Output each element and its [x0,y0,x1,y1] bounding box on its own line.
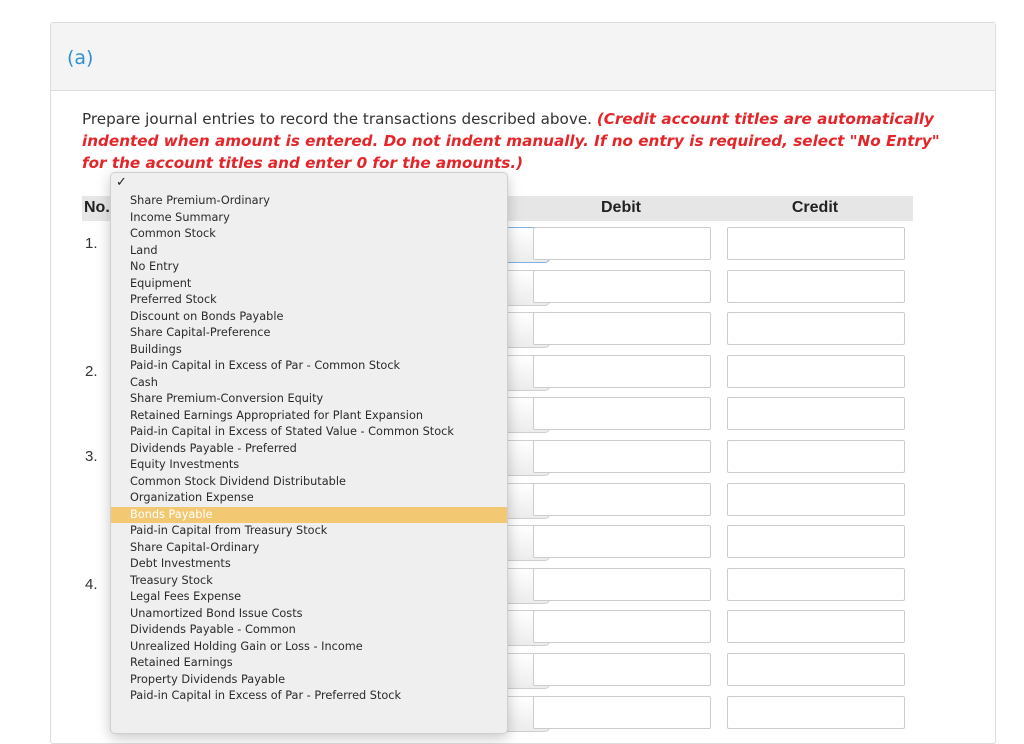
debit-input[interactable] [533,695,711,729]
dropdown-option[interactable]: Unamortized Bond Issue Costs [111,606,507,623]
dropdown-option[interactable]: Unrealized Holding Gain or Loss - Income [111,639,507,656]
dropdown-option[interactable]: Dividends Payable - Preferred [111,441,507,458]
dropdown-option[interactable]: Preferred Stock [111,292,507,309]
debit-input[interactable] [533,269,711,303]
debit-input[interactable] [533,227,711,260]
debit-input[interactable] [533,354,711,388]
credit-input[interactable] [727,525,905,559]
header-credit: Credit [791,199,839,216]
debit-input[interactable] [533,397,711,431]
row-number: 1. [85,235,98,252]
dropdown-option[interactable]: Land [111,243,507,260]
credit-input[interactable] [727,269,905,303]
checkmark-icon: ✓ [116,175,127,190]
row-number: 2. [85,362,98,380]
dropdown-option[interactable]: Paid-in Capital in Excess of Stated Valu… [111,424,507,441]
credit-input[interactable] [727,397,905,431]
row-number: 3. [85,448,98,465]
debit-input[interactable] [533,653,711,686]
credit-input[interactable] [727,440,905,473]
credit-input[interactable] [727,354,905,388]
dropdown-option[interactable]: Discount on Bonds Payable [111,309,507,326]
instructions-text: Prepare journal entries to record the tr… [82,110,597,128]
header-debit: Debit [601,199,641,216]
dropdown-option[interactable]: Property Dividends Payable [111,672,507,689]
dropdown-option[interactable]: Common Stock [111,226,507,243]
credit-input[interactable] [727,227,905,260]
dropdown-option[interactable]: Paid-in Capital in Excess of Par - Commo… [111,358,507,375]
dropdown-option[interactable]: Cash [111,375,507,392]
credit-input[interactable] [727,610,905,644]
dropdown-option[interactable]: Dividends Payable - Common [111,622,507,639]
credit-input[interactable] [727,482,905,516]
dropdown-option[interactable]: Legal Fees Expense [111,589,507,606]
dropdown-option[interactable]: Retained Earnings [111,655,507,672]
debit-input[interactable] [533,525,711,559]
dropdown-option[interactable]: Share Capital-Preference [111,325,507,342]
part-label: (a) [67,47,94,69]
credit-input[interactable] [727,312,905,346]
dropdown-options: Share Premium-Ordinary Income Summary Comm… [111,193,507,705]
dropdown-option[interactable]: Share Premium-Ordinary [111,193,507,210]
dropdown-option[interactable]: Equipment [111,276,507,293]
instructions: Prepare journal entries to record the tr… [82,108,962,174]
dropdown-option[interactable]: Share Capital-Ordinary [111,540,507,557]
credit-input[interactable] [727,653,905,686]
debit-input[interactable] [533,610,711,644]
debit-input[interactable] [533,567,711,601]
dropdown-option[interactable]: Paid-in Capital in Excess of Par - Prefe… [111,688,507,705]
dropdown-option[interactable]: Retained Earnings Appropriated for Plant… [111,408,507,425]
dropdown-option[interactable]: Treasury Stock [111,573,507,590]
dropdown-option[interactable]: Debt Investments [111,556,507,573]
dropdown-option[interactable]: Common Stock Dividend Distributable [111,474,507,491]
credit-input[interactable] [727,695,905,729]
account-dropdown-menu[interactable]: ✓ Share Premium-Ordinary Income Summary Co… [110,172,508,734]
dropdown-option[interactable]: Equity Investments [111,457,507,474]
debit-input[interactable] [533,312,711,346]
debit-input[interactable] [533,440,711,473]
dropdown-option[interactable]: No Entry [111,259,507,276]
dropdown-option[interactable]: Share Premium-Conversion Equity [111,391,507,408]
header-no: No. [84,199,110,216]
dropdown-option[interactable]: Buildings [111,342,507,359]
panel-header: (a) [51,23,995,91]
row-number: 4. [85,575,98,593]
debit-input[interactable] [533,482,711,516]
credit-input[interactable] [727,567,905,601]
dropdown-option[interactable]: Income Summary [111,210,507,227]
dropdown-option[interactable]: Bonds Payable [111,506,507,523]
dropdown-option[interactable]: Organization Expense [111,490,507,507]
dropdown-option[interactable]: Paid-in Capital from Treasury Stock [111,523,507,540]
